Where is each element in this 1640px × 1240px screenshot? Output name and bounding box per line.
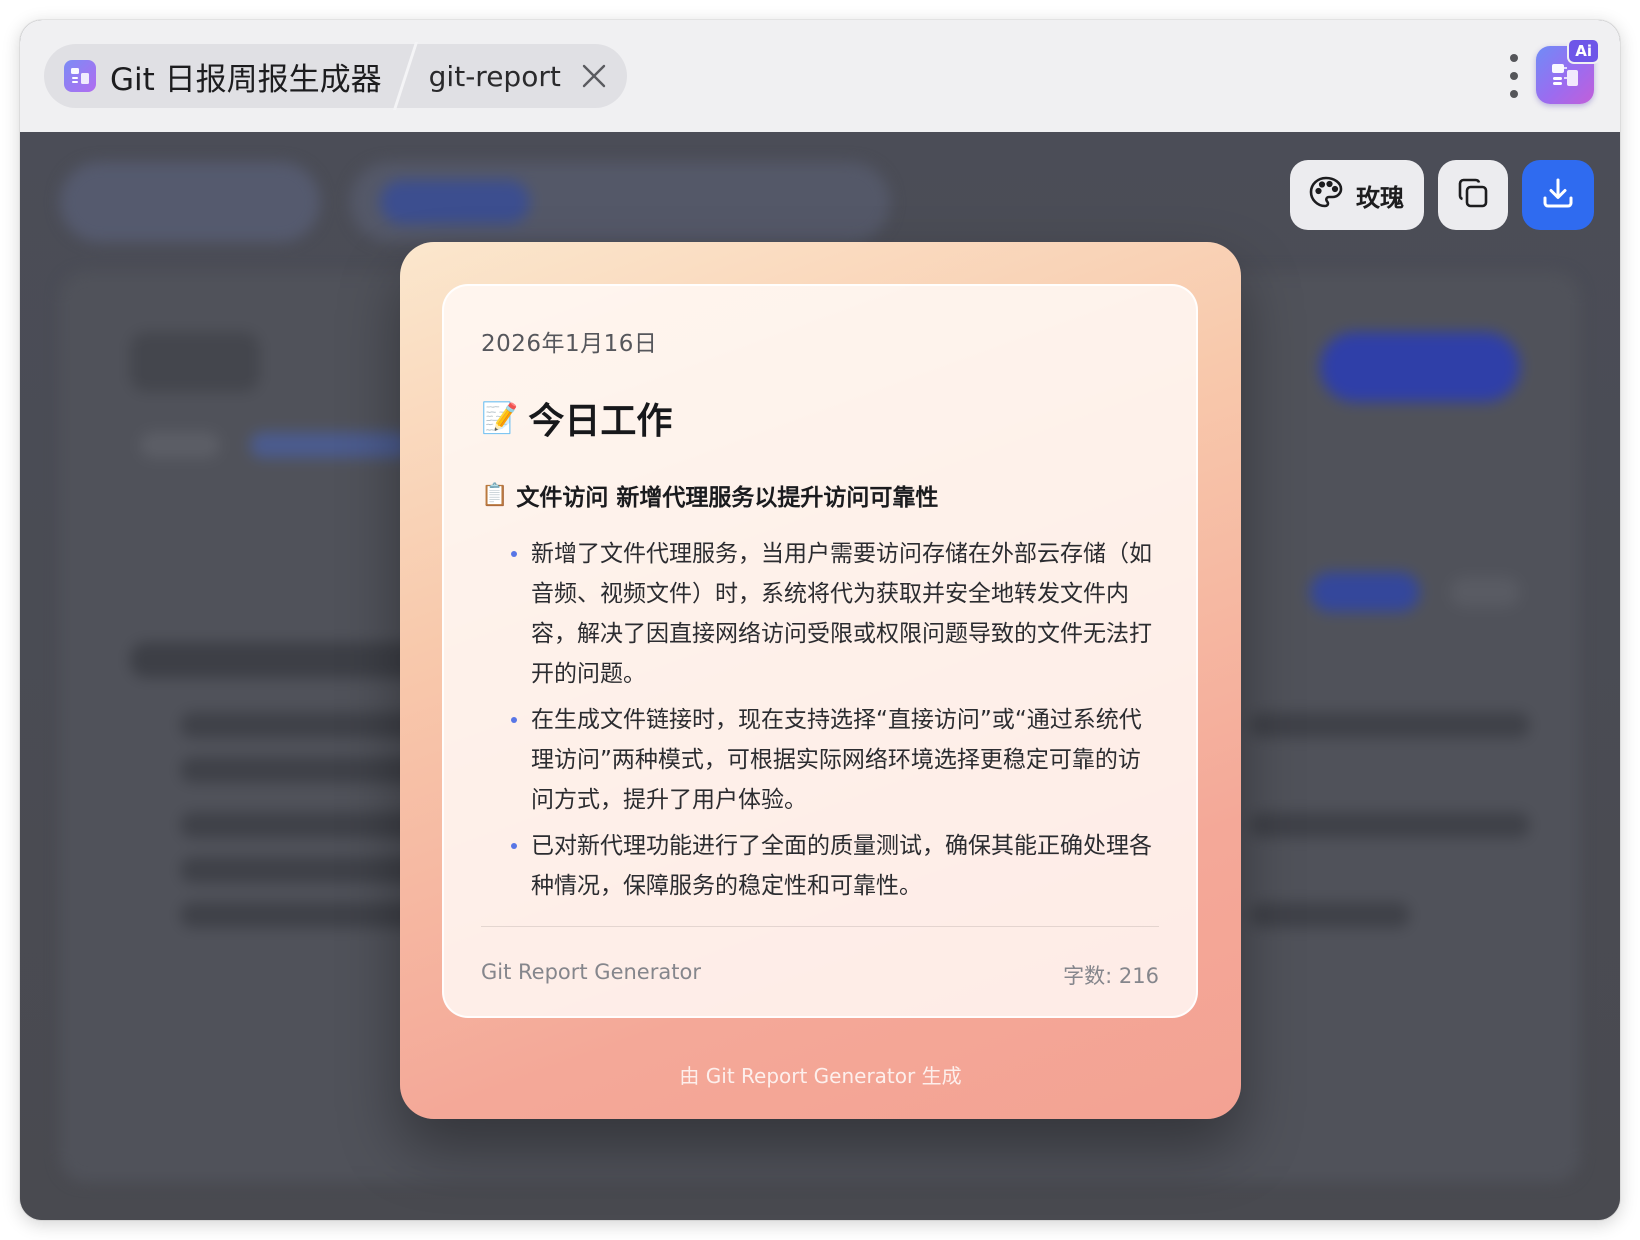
report-heading: 📝 今日工作: [481, 392, 1159, 444]
palette-icon: [1308, 175, 1344, 215]
app-window: Git 日报周报生成器 git-report Ai 玫瑰 2026年1月16日 …: [20, 20, 1620, 1220]
list-item: 新增了文件代理服务，当用户需要访问存储在外部云存储（如音频、视频文件）时，系统将…: [511, 534, 1159, 694]
section-title-text: 文件访问 新增代理服务以提升访问可靠性: [516, 485, 939, 511]
tab-subtitle: git-report: [428, 59, 561, 93]
footer-divider: [481, 926, 1159, 927]
section-title: 📋 文件访问 新增代理服务以提升访问可靠性: [481, 478, 1159, 512]
word-count: 字数: 216: [1063, 964, 1159, 988]
ai-app-button[interactable]: Ai: [1536, 38, 1600, 104]
share-card: 2026年1月16日 📝 今日工作 📋 文件访问 新增代理服务以提升访问可靠性 …: [400, 242, 1241, 1119]
close-icon[interactable]: [579, 61, 609, 91]
generated-by-caption: 由 Git Report Generator 生成: [679, 1064, 962, 1088]
theme-button[interactable]: 玫瑰: [1290, 160, 1424, 230]
copy-button[interactable]: [1438, 160, 1508, 230]
tab-title: Git 日报周报生成器: [110, 61, 382, 98]
theme-label: 玫瑰: [1356, 183, 1404, 212]
app-tab[interactable]: Git 日报周报生成器 git-report: [44, 42, 627, 110]
report-date: 2026年1月16日: [481, 331, 658, 357]
work-items-list: 新增了文件代理服务，当用户需要访问存储在外部云存储（如音频、视频文件）时，系统将…: [481, 534, 1159, 906]
heading-text: 今日工作: [528, 401, 673, 442]
footer-brand: Git Report Generator: [481, 960, 701, 984]
list-item: 已对新代理功能进行了全面的质量测试，确保其能正确处理各种情况，保障服务的稳定性和…: [511, 826, 1159, 906]
list-item: 在生成文件链接时，现在支持选择“直接访问”或“通过系统代理访问”两种模式，可根据…: [511, 700, 1159, 820]
memo-icon: 📝: [481, 400, 519, 436]
copy-icon: [1456, 176, 1490, 214]
tab-separator: [392, 42, 418, 110]
download-button[interactable]: [1522, 160, 1594, 230]
report-card: 2026年1月16日 📝 今日工作 📋 文件访问 新增代理服务以提升访问可靠性 …: [442, 284, 1198, 1018]
title-bar: Git 日报周报生成器 git-report Ai: [20, 20, 1620, 132]
clipboard-icon: 📋: [481, 482, 509, 508]
report-app-icon: [64, 60, 96, 92]
more-vertical-icon[interactable]: [1504, 54, 1524, 98]
download-icon: [1541, 176, 1575, 214]
ai-badge: Ai: [1567, 38, 1600, 64]
